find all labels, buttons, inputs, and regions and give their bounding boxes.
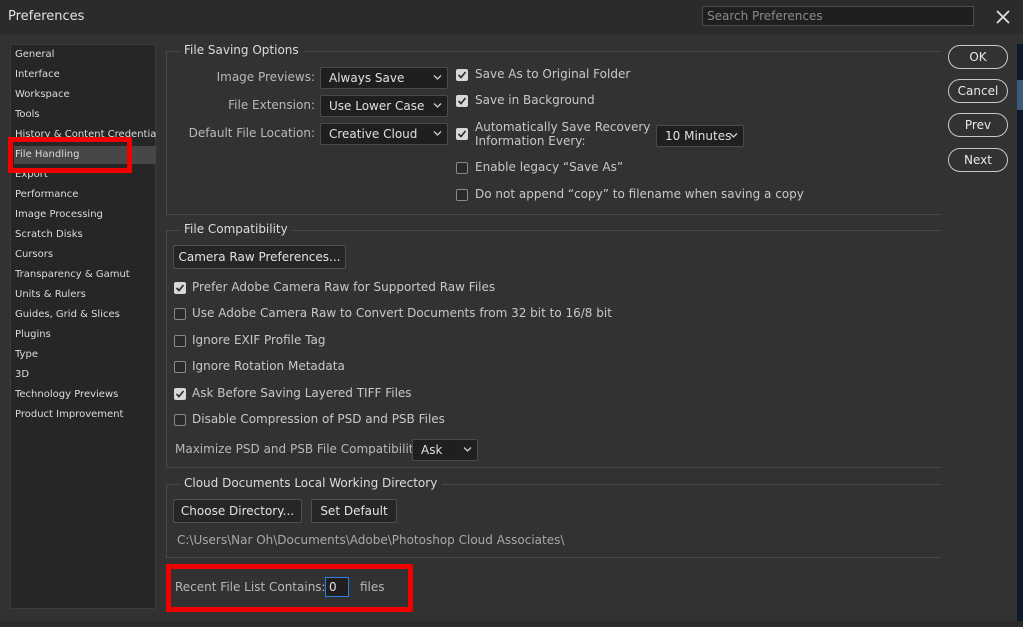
background-window-edge-accent — [1017, 80, 1023, 110]
camera-raw-preferences-button[interactable]: Camera Raw Preferences... — [173, 245, 346, 269]
ignore-rotation-label: Ignore Rotation Metadata — [192, 359, 345, 373]
sidebar-item-image-processing[interactable]: Image Processing — [14, 206, 156, 224]
window-title: Preferences — [8, 9, 85, 24]
default-location-label: Default File Location: — [188, 126, 315, 140]
disable-compression-label: Disable Compression of PSD and PSB Files — [192, 412, 445, 426]
background-window-edge — [1017, 44, 1023, 624]
group-title-file-compatibility: File Compatibility — [179, 222, 293, 236]
choose-directory-button[interactable]: Choose Directory... — [173, 499, 302, 523]
sidebar-item-3d[interactable]: 3D — [14, 366, 156, 384]
sidebar-item-plugins[interactable]: Plugins — [14, 326, 156, 344]
sidebar-item-performance[interactable]: Performance — [14, 186, 156, 204]
sidebar-item-general[interactable]: General — [14, 46, 156, 64]
image-previews-select[interactable]: Always Save — [320, 67, 448, 89]
ignore-rotation-checkbox[interactable] — [174, 361, 186, 373]
image-previews-label: Image Previews: — [216, 70, 315, 84]
no-copy-checkbox[interactable] — [456, 189, 468, 201]
recent-file-count-input[interactable]: 0 — [325, 577, 349, 597]
image-previews-value: Always Save — [329, 71, 405, 85]
cancel-button[interactable]: Cancel — [948, 79, 1008, 103]
save-as-original-checkbox[interactable] — [456, 69, 468, 81]
search-preferences-input[interactable] — [702, 6, 974, 26]
chevron-down-icon — [433, 131, 442, 136]
file-extension-select[interactable]: Use Lower Case — [320, 95, 448, 117]
recent-file-list-suffix: files — [360, 580, 385, 594]
auto-recovery-interval-value: 10 Minutes — [665, 129, 732, 143]
checkmark-icon — [457, 71, 467, 79]
prev-button[interactable]: Prev — [948, 113, 1008, 137]
save-background-label: Save in Background — [475, 93, 595, 107]
chevron-down-icon — [729, 133, 738, 138]
maximize-compatibility-value: Ask — [421, 443, 443, 457]
sidebar-item-transparency[interactable]: Transparency & Gamut — [14, 266, 156, 284]
sidebar-item-cursors[interactable]: Cursors — [14, 246, 156, 264]
ignore-exif-checkbox[interactable] — [174, 335, 186, 347]
sidebar-item-scratch-disks[interactable]: Scratch Disks — [14, 226, 156, 244]
checkmark-icon — [457, 130, 467, 138]
default-location-select[interactable]: Creative Cloud — [320, 123, 448, 145]
default-location-value: Creative Cloud — [329, 127, 418, 141]
maximize-compatibility-select[interactable]: Ask — [412, 439, 478, 461]
maximize-compatibility-label: Maximize PSD and PSB File Compatibility: — [175, 442, 424, 456]
sidebar-item-type[interactable]: Type — [14, 346, 156, 364]
next-button[interactable]: Next — [948, 148, 1008, 172]
ask-tiff-checkbox[interactable] — [174, 388, 186, 400]
ask-tiff-label: Ask Before Saving Layered TIFF Files — [192, 386, 412, 400]
sidebar-item-workspace[interactable]: Workspace — [14, 86, 156, 104]
use-acr-32-checkbox[interactable] — [174, 308, 186, 320]
chevron-down-icon — [433, 103, 442, 108]
ok-button[interactable]: OK — [948, 45, 1008, 69]
bottom-edge — [0, 621, 1023, 627]
use-acr-32-label: Use Adobe Camera Raw to Convert Document… — [192, 306, 612, 320]
auto-recovery-interval-select[interactable]: 10 Minutes — [656, 125, 744, 147]
sidebar-item-tools[interactable]: Tools — [14, 106, 156, 124]
set-default-button[interactable]: Set Default — [311, 499, 397, 523]
auto-recovery-checkbox[interactable] — [456, 128, 468, 140]
checkmark-icon — [175, 390, 185, 398]
sidebar-item-units-rulers[interactable]: Units & Rulers — [14, 286, 156, 304]
group-title-cloud-documents: Cloud Documents Local Working Directory — [179, 476, 443, 490]
sidebar-item-product-improvement[interactable]: Product Improvement — [14, 406, 156, 424]
prefer-acr-label: Prefer Adobe Camera Raw for Supported Ra… — [192, 280, 496, 294]
ignore-exif-label: Ignore EXIF Profile Tag — [192, 333, 326, 347]
prefer-acr-checkbox[interactable] — [174, 282, 186, 294]
close-icon[interactable] — [992, 6, 1014, 28]
no-copy-label: Do not append “copy” to filename when sa… — [475, 187, 804, 201]
sidebar-item-guides[interactable]: Guides, Grid & Slices — [14, 306, 156, 324]
legacy-save-as-label: Enable legacy “Save As” — [475, 160, 624, 174]
auto-recovery-label-line1: Automatically Save Recovery — [475, 120, 651, 134]
save-as-original-label: Save As to Original Folder — [475, 67, 631, 81]
cloud-directory-path: C:\Users\Nar Oh\Documents\Adobe\Photosho… — [177, 533, 565, 547]
preferences-sidebar: General Interface Workspace Tools Histor… — [10, 44, 156, 609]
sidebar-item-technology-previews[interactable]: Technology Previews — [14, 386, 156, 404]
highlight-box-file-handling — [8, 137, 132, 173]
chevron-down-icon — [433, 75, 442, 80]
disable-compression-checkbox[interactable] — [174, 414, 186, 426]
file-extension-label: File Extension: — [228, 98, 315, 112]
file-extension-value: Use Lower Case — [329, 99, 425, 113]
legacy-save-as-checkbox[interactable] — [456, 162, 468, 174]
group-title-file-saving: File Saving Options — [179, 43, 304, 57]
auto-recovery-label-line2: Information Every: — [475, 134, 586, 148]
chevron-down-icon — [463, 447, 472, 452]
checkmark-icon — [175, 284, 185, 292]
sidebar-item-interface[interactable]: Interface — [14, 66, 156, 84]
checkmark-icon — [457, 97, 467, 105]
recent-file-list-label: Recent File List Contains: — [175, 580, 326, 594]
save-background-checkbox[interactable] — [456, 95, 468, 107]
